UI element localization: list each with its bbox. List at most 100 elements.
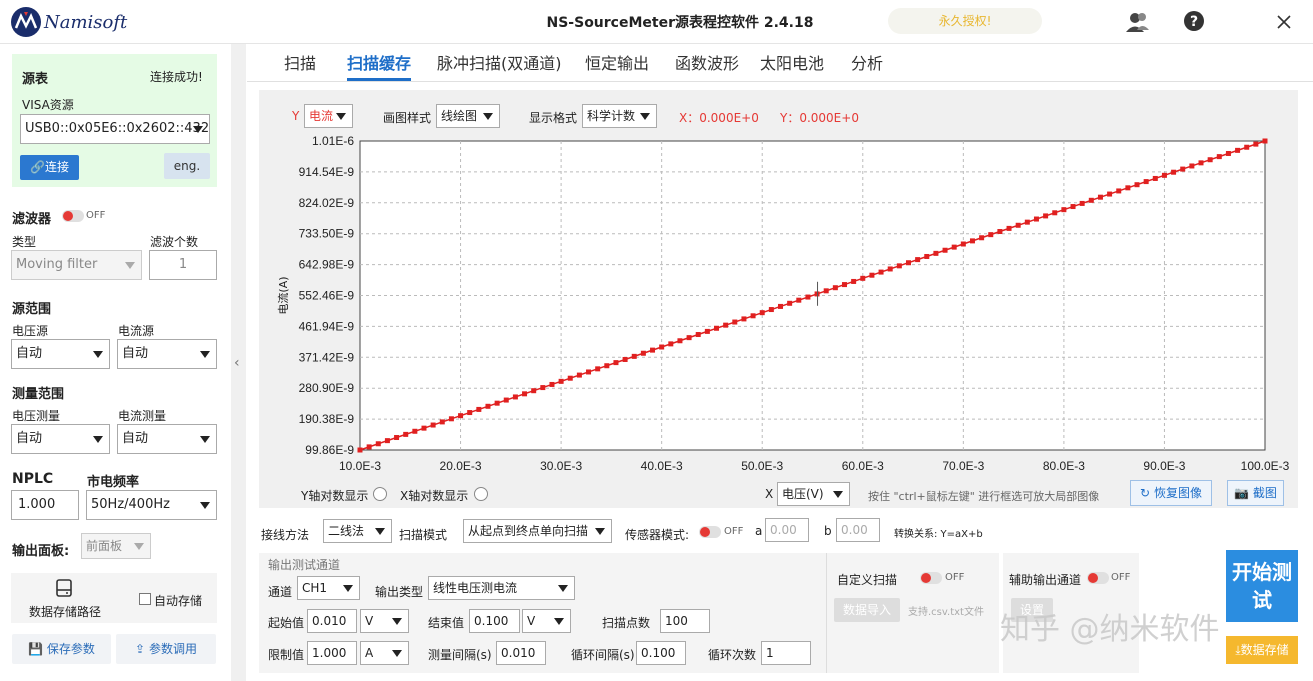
output-type-select[interactable]: 线性电压测电流: [428, 576, 575, 600]
loop-count-input[interactable]: 1: [761, 641, 811, 665]
y-tick-label: 914.54E-9: [299, 165, 355, 179]
line-frequency-select[interactable]: 50Hz/400Hz: [86, 490, 217, 520]
data-point: [1152, 175, 1158, 181]
scan-mode-label: 扫描模式: [399, 528, 448, 542]
limit-value-input[interactable]: 1.000: [307, 641, 357, 665]
filter-toggle[interactable]: [62, 210, 84, 222]
x-log-radio[interactable]: [474, 487, 488, 501]
current-measure-select[interactable]: 自动: [117, 424, 217, 454]
data-point: [997, 229, 1003, 235]
mode-row: 接线方法 二线法 扫描模式 从起点到终点单向扫描 传感器模式: OFF a 0.…: [247, 512, 1313, 550]
channel-select[interactable]: CH1: [297, 576, 360, 600]
screenshot-button[interactable]: 📷 截图: [1227, 480, 1284, 506]
help-icon[interactable]: ?: [1180, 8, 1208, 36]
data-point: [1015, 222, 1021, 228]
language-button[interactable]: eng.: [164, 153, 210, 179]
iv-chart[interactable]: 10.0E-3 20.0E-3 30.0E-3 40.0E-3 50.0E-3 60.0E…: [259, 90, 1298, 508]
chevron-down-icon: [558, 585, 568, 592]
data-point: [540, 385, 546, 391]
limit-unit-select[interactable]: A: [360, 641, 409, 665]
voltage-source-select[interactable]: 自动: [11, 339, 110, 369]
data-point: [915, 257, 921, 263]
end-value-label: 结束值: [428, 616, 465, 630]
data-point: [494, 400, 500, 406]
connection-status: 连接成功!: [150, 70, 203, 84]
output-panel-select[interactable]: 前面板: [81, 533, 151, 559]
filter-type-select[interactable]: Moving filter: [11, 250, 142, 280]
tab-analysis[interactable]: 分析: [851, 50, 883, 74]
data-point: [1097, 194, 1103, 200]
end-value-input[interactable]: 0.100: [469, 609, 520, 633]
tab-solar-cell[interactable]: 太阳电池: [760, 50, 824, 74]
y-tick-label: 1.01E-6: [312, 134, 354, 148]
license-badge[interactable]: 永久授权!: [888, 8, 1042, 34]
data-point: [1262, 138, 1268, 144]
user-icon[interactable]: [1123, 8, 1151, 36]
data-point: [650, 347, 656, 353]
data-point: [741, 316, 747, 322]
data-point: [1043, 213, 1049, 219]
custom-scan-toggle[interactable]: [920, 572, 942, 584]
aux-output-label: 辅助输出通道: [1009, 573, 1082, 587]
scan-points-input[interactable]: 100: [660, 609, 710, 633]
sidebar-collapse-handle[interactable]: ‹: [231, 44, 246, 681]
y-axis-label: 电流(A): [276, 276, 290, 314]
filter-count-input[interactable]: 1: [149, 250, 217, 280]
wiring-select[interactable]: 二线法: [323, 519, 392, 543]
import-support-text: 支持.csv.txt文件: [908, 607, 984, 618]
scan-mode-select[interactable]: 从起点到终点单向扫描: [463, 519, 612, 543]
data-point: [1107, 191, 1113, 197]
data-point: [384, 438, 390, 444]
tab-scan[interactable]: 扫描: [284, 50, 316, 74]
output-panel-label: 输出面板:: [12, 544, 70, 559]
data-point: [905, 260, 911, 266]
data-import-button[interactable]: 数据导入: [834, 598, 900, 622]
visa-resource-select[interactable]: USB0::0x05E6::0x2602::432: [20, 114, 210, 144]
start-test-button[interactable]: 开始测试: [1226, 550, 1298, 622]
y-log-radio[interactable]: [373, 487, 387, 501]
start-value-input[interactable]: 0.010: [307, 609, 357, 633]
tab-function-waveform[interactable]: 函数波形: [675, 50, 739, 74]
connect-button[interactable]: 🔗连接: [20, 155, 79, 180]
scan-points-label: 扫描点数: [602, 616, 651, 630]
tab-constant-output[interactable]: 恒定输出: [585, 50, 649, 74]
voltage-measure-select[interactable]: 自动: [11, 424, 110, 454]
coef-b-input[interactable]: 0.00: [836, 518, 880, 542]
data-point: [421, 425, 427, 431]
visa-resource-value: USB0::0x05E6::0x2602::432: [25, 121, 210, 136]
data-point: [485, 403, 491, 409]
measure-interval-input[interactable]: 0.010: [496, 641, 546, 665]
wiring-label: 接线方法: [261, 528, 310, 542]
tab-scan-buffer[interactable]: 扫描缓存: [347, 50, 411, 74]
x-log-label: X轴对数显示: [400, 489, 469, 503]
current-source-select[interactable]: 自动: [117, 339, 217, 369]
x-tick-label: 90.0E-3: [1143, 459, 1185, 473]
save-data-button[interactable]: ⤓数据存储: [1226, 636, 1298, 664]
start-unit-select[interactable]: V: [360, 609, 409, 633]
save-params-button[interactable]: 💾 保存参数: [12, 634, 111, 664]
coef-a-input[interactable]: 0.00: [765, 518, 809, 542]
storage-icon[interactable]: [54, 578, 74, 598]
loop-interval-input[interactable]: 0.100: [636, 641, 686, 665]
data-point: [896, 263, 902, 269]
data-point: [796, 297, 802, 303]
close-icon[interactable]: [1270, 8, 1298, 36]
tab-pulse-scan[interactable]: 脉冲扫描(双通道): [437, 50, 562, 74]
sensor-mode-toggle[interactable]: [699, 526, 721, 538]
data-point: [1116, 188, 1122, 194]
x-axis-select[interactable]: 电压(V): [777, 482, 850, 506]
data-point: [512, 394, 518, 400]
data-point: [750, 313, 756, 319]
nplc-input[interactable]: 1.000: [11, 490, 79, 520]
data-point: [403, 431, 409, 437]
channel-label: 通道: [268, 585, 293, 599]
data-point: [668, 341, 674, 347]
refresh-icon: ↻: [1140, 486, 1151, 500]
data-point: [1207, 157, 1213, 163]
end-unit-select[interactable]: V: [522, 609, 571, 633]
aux-output-toggle[interactable]: [1087, 572, 1109, 584]
auto-save-checkbox[interactable]: [139, 593, 151, 605]
restore-view-button[interactable]: ↻ 恢复图像: [1130, 480, 1212, 506]
coef-a-label: a: [755, 524, 763, 538]
load-params-button[interactable]: ⇪ 参数调用: [116, 634, 216, 664]
